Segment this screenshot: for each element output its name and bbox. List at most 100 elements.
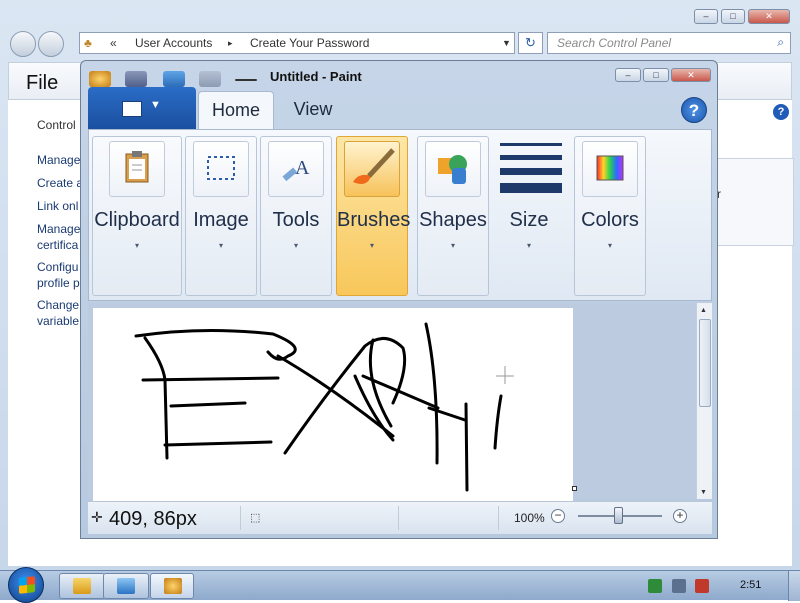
paint-minimize-button[interactable]: – [615,68,641,82]
group-label-image: Image [193,209,249,231]
group-colors[interactable]: Colors ▾ [574,136,646,296]
group-image[interactable]: Image ▾ [185,136,257,296]
help-icon[interactable]: ? [773,104,789,120]
canvas-resize-handle[interactable] [572,486,577,491]
taskbar-explorer[interactable] [59,573,105,599]
paint-window: Untitled - Paint – □ ✕ ▼ Home View ? Cli… [80,60,718,539]
canvas-workspace [88,303,696,504]
group-label-clipboard: Clipboard [94,209,180,231]
scrollbar-thumb[interactable] [699,319,711,407]
redo-icon[interactable] [199,71,221,87]
volume-muted-icon[interactable] [695,579,709,593]
status-separator [240,506,241,530]
chevron-down-icon: ▾ [218,241,223,250]
zoom-level: 100% [514,511,545,525]
brush-icon [344,141,400,197]
task-link-5[interactable]: Configu profile p [37,259,80,291]
paint-help-icon[interactable]: ? [681,97,707,123]
paint-title: Untitled - Paint [270,69,362,84]
zoom-slider-thumb[interactable] [614,507,623,524]
taskbar-control-panel[interactable] [103,573,149,599]
chevron-down-icon[interactable]: ▼ [502,38,511,48]
ribbon: Clipboard ▾ Image ▾ A Tools ▾ Brushes ▾ [88,129,712,301]
selection-size-icon: ⬚ [250,512,261,524]
close-button[interactable]: ✕ [748,9,790,24]
chevron-down-icon: ▾ [134,241,139,250]
handwriting-drawing [134,322,514,492]
vertical-scrollbar[interactable]: ▲ ▼ [696,303,712,499]
chevron-down-icon: ▾ [369,241,374,250]
breadcrumb-user-accounts[interactable]: User Accounts [135,36,212,50]
users-icon: ♣ [84,36,92,50]
colors-icon [582,141,638,197]
breadcrumb-arrow-icon[interactable]: ▸ [228,38,233,49]
group-label-size: Size [509,209,549,231]
address-bar[interactable]: ♣ « User Accounts ▸ Create Your Password… [79,32,515,54]
paint-app-icon[interactable] [89,71,111,87]
forward-button[interactable] [38,31,64,57]
scroll-down-icon[interactable]: ▼ [700,489,707,496]
account-panel: r [712,158,794,246]
minimize-button[interactable]: – [694,9,718,24]
group-label-tools: Tools [272,209,320,231]
paint-icon [164,578,182,594]
group-brushes[interactable]: Brushes ▾ [336,136,411,296]
clock[interactable]: 2:51 [740,579,761,591]
group-shapes[interactable]: Shapes ▾ [417,136,489,296]
paint-maximize-button[interactable]: □ [643,68,669,82]
task-link-3[interactable]: Link onl [37,198,78,214]
folder-icon [73,578,91,594]
taskbar-paint[interactable] [150,573,194,599]
start-button[interactable] [8,567,44,603]
task-link-2[interactable]: Create a [37,175,83,191]
breadcrumb-overflow[interactable]: « [110,36,117,50]
svg-text:A: A [295,157,310,179]
customize-toolbar-icon[interactable] [235,79,257,81]
cursor-position: 409, 86px [109,508,197,530]
windows-logo-icon [19,576,35,594]
network-icon[interactable] [672,579,686,593]
search-input[interactable]: Search Control Panel ⌕ [547,32,791,54]
zoom-in-button[interactable]: + [673,509,687,523]
tab-home[interactable]: Home [198,91,274,129]
tab-view[interactable]: View [279,91,347,129]
zoom-out-button[interactable]: − [551,509,565,523]
status-bar: ✛ 409, 86px ⬚ 100% − + [88,501,712,534]
show-desktop-button[interactable] [788,571,800,601]
taskbar: 2:51 [0,567,800,603]
save-icon[interactable] [125,71,147,87]
paint-title-buttons: – □ ✕ [615,68,711,82]
status-separator [398,506,399,530]
menu-file[interactable]: File [26,72,58,95]
paint-menu-button[interactable]: ▼ [88,87,196,131]
group-clipboard[interactable]: Clipboard ▾ [92,136,182,296]
action-center-icon[interactable] [648,579,662,593]
breadcrumb-create-password[interactable]: Create Your Password [250,36,369,50]
back-button[interactable] [10,31,36,57]
paint-close-button[interactable]: ✕ [671,68,711,82]
tools-icon: A [268,141,324,197]
chevron-down-icon: ▾ [450,241,455,250]
control-panel-home-link[interactable]: Control [37,117,76,133]
group-label-brushes: Brushes [337,209,411,231]
group-label-shapes: Shapes [419,209,487,231]
control-panel-icon [117,578,135,594]
chevron-down-icon: ▾ [526,241,531,250]
control-panel-title-buttons: – □ ✕ [694,9,790,24]
line-size-icon [500,141,562,197]
search-icon[interactable]: ⌕ [777,35,784,50]
group-tools[interactable]: A Tools ▾ [260,136,332,296]
drawing-canvas[interactable] [93,308,573,504]
scroll-up-icon[interactable]: ▲ [700,307,707,314]
task-link-1[interactable]: Manage [37,152,80,168]
chevron-down-icon: ▼ [150,99,161,111]
group-size[interactable]: Size ▾ [493,136,565,296]
task-link-6[interactable]: Change variable [37,297,79,329]
refresh-button[interactable]: ↻ [518,32,543,54]
status-separator [498,506,499,530]
undo-icon[interactable] [163,71,185,87]
group-label-colors: Colors [581,209,639,231]
maximize-button[interactable]: □ [721,9,745,24]
task-link-4[interactable]: Manage certifica [37,221,80,253]
chevron-down-icon: ▾ [293,241,298,250]
